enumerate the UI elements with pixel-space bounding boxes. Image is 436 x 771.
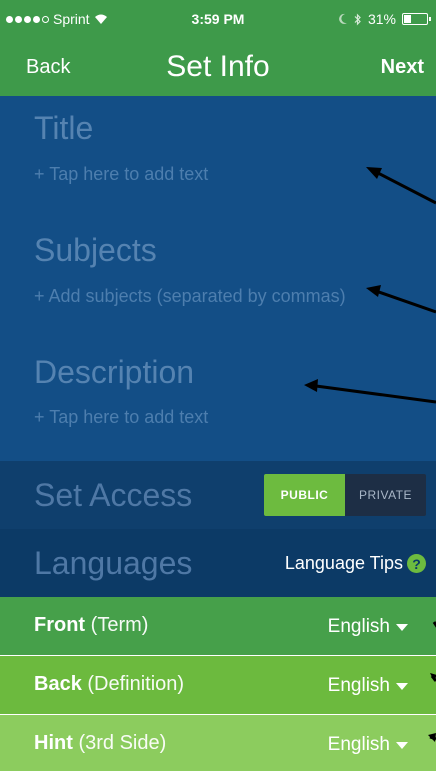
front-side-name: Front (Term): [34, 614, 148, 637]
front-side-title: Front: [34, 614, 86, 636]
languages-label: Languages: [34, 545, 193, 581]
help-icon: ?: [407, 554, 426, 573]
language-tips-label: Language Tips: [284, 553, 403, 573]
hint-side-title: Hint: [34, 732, 73, 754]
hint-language-select[interactable]: English: [328, 734, 408, 756]
hint-language-value: English: [327, 734, 390, 755]
battery-level: [404, 15, 411, 23]
description-input[interactable]: + Tap here to add text: [34, 407, 208, 428]
subjects-label: Subjects: [34, 232, 157, 268]
battery-percent: 31%: [367, 11, 396, 27]
subjects-input[interactable]: + Add subjects (separated by commas): [34, 286, 346, 307]
front-language-select[interactable]: English: [328, 616, 408, 638]
back-language-row[interactable]: Back (Definition) English: [0, 656, 436, 714]
public-option[interactable]: PUBLIC: [264, 474, 345, 516]
next-button[interactable]: Next: [381, 56, 424, 79]
front-language-value: English: [327, 616, 390, 637]
subjects-field[interactable]: Subjects + Add subjects (separated by co…: [0, 218, 436, 341]
back-language-select[interactable]: English: [328, 675, 408, 697]
chevron-down-icon: [396, 623, 408, 631]
set-access-row: Set Access PUBLIC PRIVATE: [0, 461, 436, 529]
hint-language-row[interactable]: Hint (3rd Side) English: [0, 715, 436, 771]
title-field[interactable]: Title + Tap here to add text: [0, 96, 436, 218]
description-field[interactable]: Description + Tap here to add text: [0, 341, 436, 461]
chevron-down-icon: [396, 741, 408, 749]
back-side-name: Back (Definition): [34, 673, 184, 696]
back-language-value: English: [327, 675, 390, 696]
languages-row: Languages Language Tips ?: [0, 529, 436, 597]
description-label: Description: [34, 354, 195, 390]
page-title: Set Info: [166, 50, 270, 83]
title-input[interactable]: + Tap here to add text: [34, 164, 208, 185]
chevron-down-icon: [396, 682, 408, 690]
private-option[interactable]: PRIVATE: [345, 474, 426, 516]
access-toggle[interactable]: PUBLIC PRIVATE: [264, 474, 426, 516]
front-side-detail: (Term): [90, 614, 149, 636]
status-bar: Sprint 3:59 PM 31%: [0, 0, 436, 38]
back-side-detail: (Definition): [87, 673, 185, 695]
back-side-title: Back: [34, 673, 82, 695]
hint-side-name: Hint (3rd Side): [34, 732, 166, 755]
front-language-row[interactable]: Front (Term) English: [0, 597, 436, 655]
title-label: Title: [34, 110, 94, 146]
language-tips-link[interactable]: Language Tips ?: [285, 553, 426, 574]
hint-side-detail: (3rd Side): [78, 732, 167, 754]
navigation-bar: Back Set Info Next: [0, 38, 436, 96]
bluetooth-icon: [354, 13, 361, 25]
set-access-label: Set Access: [34, 477, 193, 513]
moon-icon: [339, 13, 347, 24]
battery-icon: [402, 13, 431, 25]
status-right: 31%: [338, 11, 431, 27]
